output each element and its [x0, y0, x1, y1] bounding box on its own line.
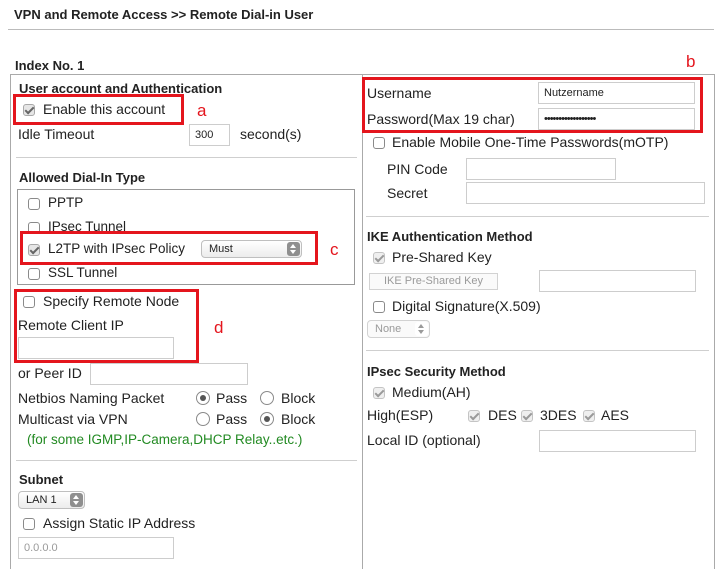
multicast-block-label: Block: [281, 411, 316, 427]
3des-label: 3DES: [540, 407, 577, 423]
des-label: DES: [488, 407, 517, 423]
ssl-tunnel-label: SSL Tunnel: [48, 265, 118, 280]
annotation-label-b: b: [686, 52, 696, 71]
idle-timeout-label: Idle Timeout: [18, 126, 95, 142]
chevron-updown-icon: [70, 493, 83, 507]
netbios-block-radio[interactable]: [260, 391, 274, 405]
netbios-pass-radio[interactable]: [196, 391, 210, 405]
annotation-box-d: [14, 289, 199, 363]
digital-signature-checkbox[interactable]: [373, 301, 385, 313]
pre-shared-key-checkbox[interactable]: [373, 252, 385, 264]
annotation-box-a: [13, 94, 184, 125]
multicast-label: Multicast via VPN: [18, 411, 128, 427]
assign-static-ip-checkbox[interactable]: [23, 518, 35, 530]
local-id-label: Local ID (optional): [367, 432, 481, 448]
secret-input[interactable]: [466, 182, 705, 204]
medium-ah-label: Medium(AH): [392, 384, 471, 400]
multicast-block-radio[interactable]: [260, 412, 274, 426]
multicast-pass-radio[interactable]: [196, 412, 210, 426]
multicast-note: (for some IGMP,IP-Camera,DHCP Relay..etc…: [27, 432, 303, 447]
secret-label: Secret: [387, 185, 428, 201]
annotation-label-c: c: [330, 240, 339, 259]
peer-id-label: or Peer ID: [18, 365, 82, 381]
ike-psk-input[interactable]: [539, 270, 696, 292]
idle-timeout-input[interactable]: [189, 124, 230, 146]
aes-label: AES: [601, 407, 630, 423]
subnet-section-title: Subnet: [19, 472, 64, 487]
assign-static-ip-label: Assign Static IP Address: [43, 515, 196, 531]
idle-timeout-unit: second(s): [240, 126, 302, 142]
annotation-box-b: [362, 77, 703, 133]
left-divider-1: [16, 157, 357, 158]
pptp-checkbox[interactable]: [28, 198, 40, 210]
dialin-section-title: Allowed Dial-In Type: [19, 170, 146, 185]
signature-select[interactable]: None: [367, 320, 430, 338]
netbios-block-label: Block: [281, 390, 316, 406]
aes-checkbox[interactable]: [583, 410, 595, 422]
high-esp-label: High(ESP): [367, 407, 434, 423]
panel-center-divider: [362, 74, 363, 569]
signature-select-value: None: [375, 323, 402, 335]
ike-psk-button[interactable]: IKE Pre-Shared Key: [369, 273, 498, 290]
ssl-tunnel-checkbox[interactable]: [28, 268, 40, 280]
local-id-input[interactable]: [539, 430, 696, 452]
annotation-label-a: a: [197, 101, 207, 120]
netbios-label: Netbios Naming Packet: [18, 390, 165, 406]
digital-signature-label: Digital Signature(X.509): [392, 298, 541, 314]
header-divider: [8, 29, 714, 30]
3des-checkbox[interactable]: [521, 410, 533, 422]
motp-checkbox[interactable]: [373, 137, 385, 149]
panel-left-border: [10, 74, 11, 569]
ipsec-section-title: IPsec Security Method: [367, 364, 506, 379]
medium-ah-checkbox[interactable]: [373, 387, 385, 399]
pin-code-label: PIN Code: [387, 161, 448, 177]
index-label: Index No. 1: [15, 58, 85, 73]
chevron-updown-icon: [415, 322, 428, 336]
right-divider-1: [366, 216, 709, 217]
panel-right-border: [714, 74, 715, 569]
pre-shared-key-label: Pre-Shared Key: [392, 249, 492, 265]
netbios-pass-label: Pass: [216, 390, 248, 406]
peer-id-input[interactable]: [90, 363, 248, 385]
subnet-select[interactable]: LAN 1: [18, 491, 85, 509]
pptp-label: PPTP: [48, 195, 84, 210]
motp-label: Enable Mobile One-Time Passwords(mOTP): [392, 134, 669, 150]
multicast-pass-label: Pass: [216, 411, 248, 427]
subnet-value: LAN 1: [26, 494, 57, 506]
annotation-box-c: [20, 231, 318, 265]
annotation-label-d: d: [214, 318, 224, 337]
des-checkbox[interactable]: [468, 410, 480, 422]
pin-code-input[interactable]: [466, 158, 616, 180]
static-ip-input[interactable]: [18, 537, 174, 559]
breadcrumb: VPN and Remote Access >> Remote Dial-in …: [14, 7, 314, 22]
right-divider-2: [366, 350, 709, 351]
ike-section-title: IKE Authentication Method: [367, 229, 533, 244]
left-divider-2: [16, 460, 357, 461]
